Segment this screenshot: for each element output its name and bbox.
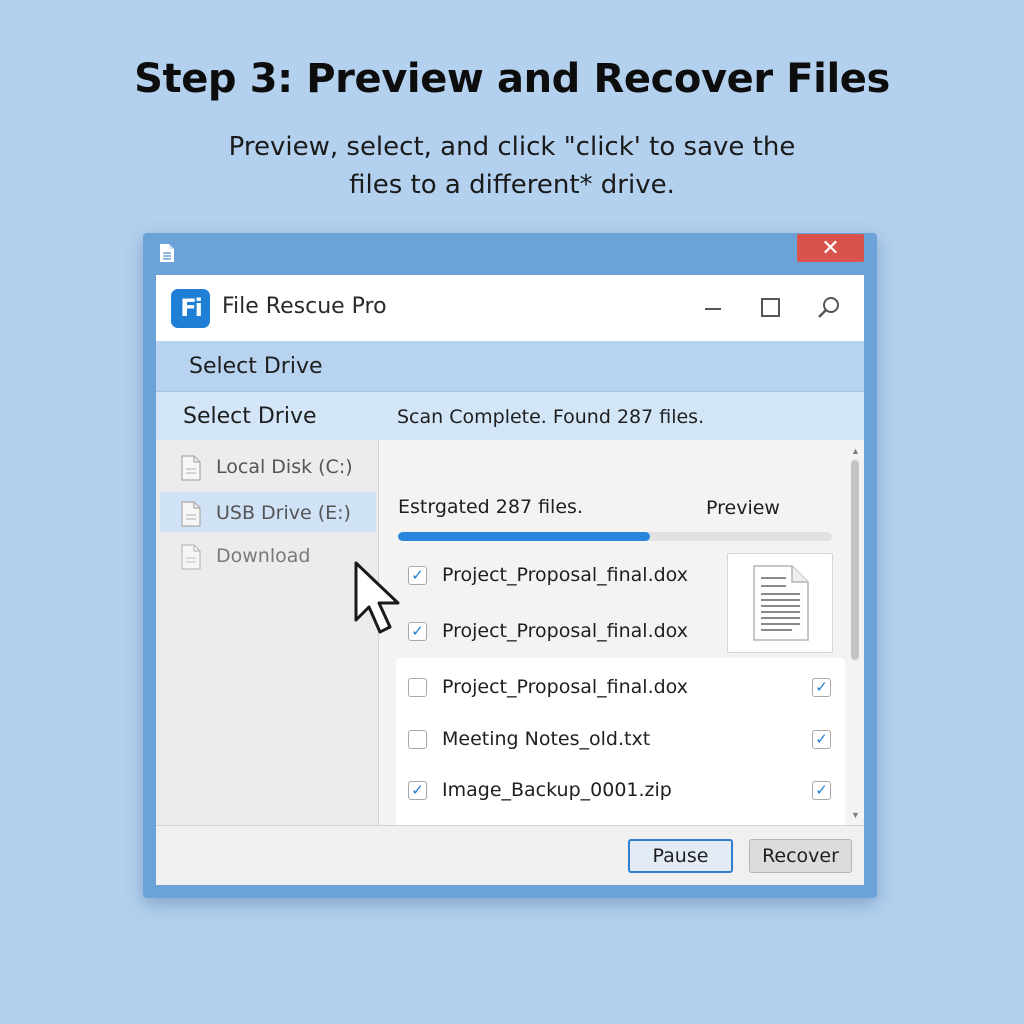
drive-icon (181, 501, 201, 527)
close-button[interactable]: ✕ (797, 234, 864, 262)
select-drive-tab[interactable]: Select Drive (156, 341, 864, 392)
estimate-text: Estrgated 287 files. (398, 496, 583, 518)
page-headline: Step 3: Preview and Recover Files (134, 56, 890, 102)
page-subtitle-line-2: files to a different* drive. (349, 170, 675, 200)
action-footer: Pause Recover (156, 825, 864, 885)
scan-status-text: Scan Complete. Found 287 files. (397, 406, 705, 428)
scroll-up-icon[interactable]: ▲ (850, 446, 861, 456)
file-checkbox[interactable]: ✓ (408, 566, 427, 585)
file-list: Project_Proposal_final.dox ✓ Meeting Not… (396, 658, 845, 825)
page-subtitle-line-1: Preview, select, and click "click' to sa… (228, 132, 796, 162)
preview-label: Preview (706, 497, 780, 519)
scroll-down-icon[interactable]: ▼ (850, 810, 861, 820)
app-window: ✕ Fi File Rescue Pro Select Drive Select… (143, 233, 877, 898)
file-checkbox[interactable]: ✓ (408, 622, 427, 641)
file-name: Image_Backup_0001.zip (442, 779, 672, 801)
app-header: Fi File Rescue Pro (156, 275, 864, 341)
recover-button[interactable]: Recover (749, 839, 852, 873)
table-row[interactable]: ✓ Image_Backup_0001.zip ✓ (396, 765, 845, 813)
status-bar: Select Drive Scan Complete. Found 287 fi… (156, 392, 864, 440)
file-checkbox-right[interactable]: ✓ (812, 678, 831, 697)
app-logo: Fi (171, 289, 210, 328)
file-name: Meeting Notes_old.txt (442, 728, 651, 750)
folder-icon (181, 544, 201, 570)
search-icon[interactable] (812, 291, 846, 325)
sidebar-item-label: USB Drive (E:) (216, 502, 351, 524)
minimize-icon[interactable] (697, 291, 731, 325)
file-name: Project_Proposal_final.dox (442, 676, 688, 698)
close-icon: ✕ (821, 235, 840, 261)
scrollbar-thumb[interactable] (851, 460, 859, 660)
file-name: Project_Proposal_final.dox (442, 620, 688, 642)
app-title: File Rescue Pro (222, 294, 387, 319)
sidebar-item-label: Download (216, 545, 311, 567)
scan-progress-bar (398, 532, 832, 541)
table-row[interactable]: Project_Proposal_final.dox ✓ (396, 662, 845, 710)
list-item[interactable]: ✓ Project_Proposal_final.dox (379, 556, 709, 596)
file-checkbox[interactable] (408, 678, 427, 697)
sidebar-item-download[interactable]: Download (160, 535, 376, 575)
file-checkbox-right[interactable]: ✓ (812, 781, 831, 800)
scan-progress-fill (398, 532, 650, 541)
maximize-icon[interactable] (754, 291, 788, 325)
mouse-pointer-icon (354, 561, 400, 634)
drive-icon (181, 455, 201, 481)
table-row[interactable]: Meeting Notes_old.txt ✓ (396, 714, 845, 762)
document-icon (160, 244, 174, 262)
vertical-scrollbar[interactable]: ▲ ▼ (847, 440, 864, 825)
drive-sidebar: Local Disk (C:) USB Drive (E:) Download (156, 440, 379, 825)
file-checkbox[interactable] (408, 730, 427, 749)
file-checkbox[interactable]: ✓ (408, 781, 427, 800)
select-drive-tab-label: Select Drive (189, 354, 323, 379)
file-name: Project_Proposal_final.dox (442, 564, 688, 586)
section-heading: Select Drive (183, 404, 317, 429)
sidebar-item-usb-drive[interactable]: USB Drive (E:) (160, 492, 376, 532)
document-preview-icon (753, 565, 809, 641)
pause-button[interactable]: Pause (628, 839, 733, 873)
results-panel: Estrgated 287 files. Preview ✓ Project_P… (379, 440, 864, 825)
file-checkbox-right[interactable]: ✓ (812, 730, 831, 749)
list-item[interactable]: ✓ Project_Proposal_final.dox (379, 612, 709, 652)
window-client-area: Fi File Rescue Pro Select Drive Select D… (156, 275, 864, 885)
file-preview-thumbnail (727, 553, 833, 653)
sidebar-item-label: Local Disk (C:) (216, 456, 353, 478)
sidebar-item-local-disk[interactable]: Local Disk (C:) (160, 446, 376, 486)
